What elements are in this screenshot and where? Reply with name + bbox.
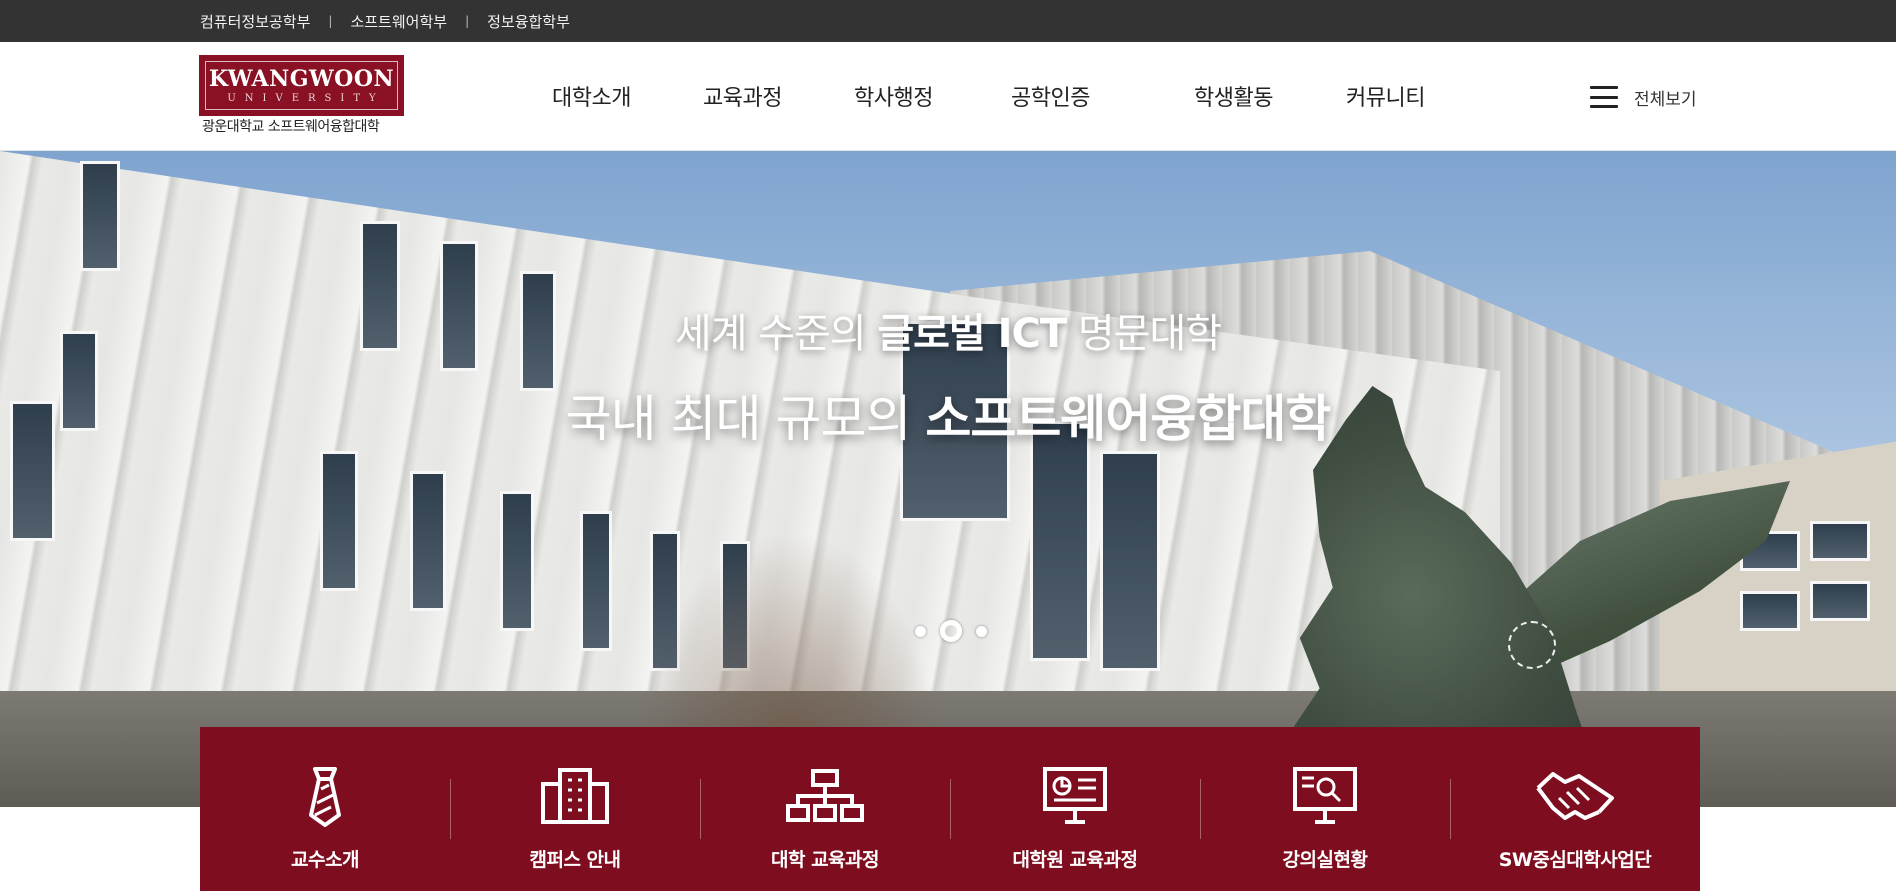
hero-window: [320, 451, 358, 591]
hero-window: [1030, 421, 1090, 661]
building-icon: [535, 765, 615, 827]
slider-dot-1[interactable]: [915, 625, 926, 637]
quick-undergrad-curriculum-label: 대학 교육과정: [771, 849, 880, 871]
nav-about[interactable]: 대학소개: [552, 80, 631, 112]
hero-line2-light: 국내 최대 규모의: [565, 390, 926, 448]
menu-all-label: 전체보기: [1634, 89, 1697, 110]
hero-slider: 세계 수준의 글로벌 ICT 명문대학 국내 최대 규모의 소프트웨어융합대학: [0, 151, 1896, 807]
hero-window: [410, 471, 446, 611]
necktie-icon: [285, 765, 365, 827]
hero-window: [1740, 591, 1800, 631]
quick-classroom-status-label: 강의실현황: [1282, 849, 1368, 871]
slider-dot-2[interactable]: [940, 620, 962, 642]
hero-line2-bold: 소프트웨어융합대학: [925, 390, 1331, 448]
hero-line1-bold: 글로벌 ICT: [877, 311, 1067, 357]
menu-all-button[interactable]: 전체보기: [1590, 82, 1697, 112]
nav-student-activity[interactable]: 학생활동: [1194, 80, 1273, 112]
separator: |: [465, 14, 470, 28]
link-software[interactable]: 소프트웨어학부: [350, 11, 447, 32]
handshake-icon: [1535, 765, 1615, 827]
hero-line1-light: 세계 수준의: [674, 311, 878, 357]
quick-campus-guide-label: 캠퍼스 안내: [529, 849, 621, 871]
monitor-search-icon: [1285, 765, 1365, 827]
quick-menu-bar: 교수소개 캠퍼스 안내 대학 교육과정 대학원 교육과정 강의실현황 SW중심대…: [200, 727, 1700, 891]
hero-window: [1810, 581, 1870, 621]
quick-faculty-label: 교수소개: [291, 849, 359, 871]
hero-headline-2: 국내 최대 규모의 소프트웨어융합대학: [0, 379, 1896, 451]
org-chart-icon: [785, 765, 865, 827]
site-header: KWANGWOON UNIVERSITY 광운대학교 소프트웨어융합대학 대학소…: [0, 42, 1896, 151]
hero-window: [1810, 521, 1870, 561]
hero-window: [580, 511, 612, 651]
quick-grad-curriculum-label: 대학원 교육과정: [1012, 849, 1138, 871]
slider-pagination: [908, 619, 994, 643]
nav-academic-affairs[interactable]: 학사행정: [854, 80, 933, 112]
quick-grad-curriculum[interactable]: 대학원 교육과정: [950, 727, 1200, 891]
hero-headline-1: 세계 수준의 글로벌 ICT 명문대학: [0, 301, 1896, 359]
hero-decoration-circle: [1508, 621, 1556, 669]
quick-undergrad-curriculum[interactable]: 대학 교육과정: [700, 727, 950, 891]
hero-window: [1100, 451, 1160, 671]
hamburger-icon: [1590, 86, 1618, 108]
monitor-chart-icon: [1035, 765, 1115, 827]
quick-sw-centered-univ[interactable]: SW중심대학사업단: [1450, 727, 1700, 891]
link-info-convergence[interactable]: 정보융합학부: [487, 11, 570, 32]
hero-window: [80, 161, 120, 271]
quick-campus-guide[interactable]: 캠퍼스 안내: [450, 727, 700, 891]
hero-window: [500, 491, 534, 631]
quick-faculty[interactable]: 교수소개: [200, 727, 450, 891]
slider-dot-3[interactable]: [976, 625, 987, 637]
separator: |: [328, 14, 333, 28]
quick-classroom-status[interactable]: 강의실현황: [1200, 727, 1450, 891]
link-computer-info-eng[interactable]: 컴퓨터정보공학부: [200, 11, 310, 32]
hero-line1-tail: 명문대학: [1066, 311, 1222, 357]
department-links: 컴퓨터정보공학부 | 소프트웨어학부 | 정보융합학부: [200, 0, 570, 42]
nav-engineering-cert[interactable]: 공학인증: [1011, 80, 1090, 112]
quick-sw-centered-univ-label: SW중심대학사업단: [1498, 849, 1652, 871]
nav-curriculum[interactable]: 교육과정: [703, 80, 782, 112]
nav-community[interactable]: 커뮤니티: [1346, 80, 1425, 112]
top-utility-bar: 컴퓨터정보공학부 | 소프트웨어학부 | 정보융합학부: [0, 0, 1896, 42]
